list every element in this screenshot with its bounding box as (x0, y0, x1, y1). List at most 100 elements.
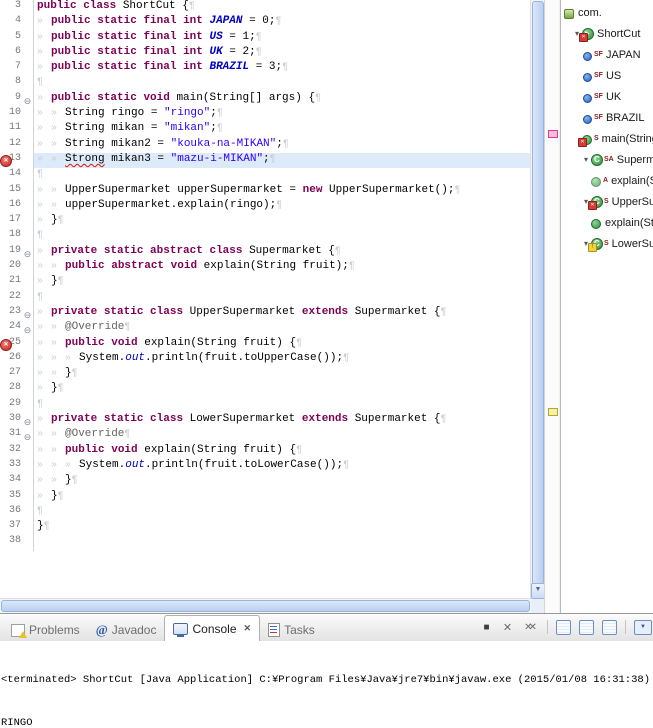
line-number[interactable]: 22 (8, 291, 22, 306)
line-annotation-column[interactable] (0, 535, 8, 550)
code-line-13[interactable]: ✕ 13»» Strong mikan3 = "mazu-i-MIKAN";¶ (0, 152, 531, 169)
code-text[interactable]: » private static class LowerSupermarket e… (34, 413, 531, 428)
code-text[interactable]: » » @Override¶ (34, 321, 531, 336)
line-annotation-column[interactable] (0, 122, 8, 137)
warning-overview-marker[interactable] (548, 408, 558, 416)
line-number[interactable]: 33 (8, 459, 22, 474)
folding-column[interactable]: ⊖ (22, 91, 34, 108)
code-line-7[interactable]: 7 » public static final int BRAZIL = 3;¶ (0, 61, 531, 77)
tree-item[interactable]: ▾ SASupermarket (561, 149, 653, 170)
tab-javadoc[interactable]: Javadoc (88, 619, 165, 641)
collapse-icon[interactable]: ⊖ (24, 311, 32, 321)
line-number[interactable]: 20 (8, 260, 22, 275)
code-text[interactable]: » »}¶ (34, 367, 531, 382)
code-text[interactable]: »}¶ (34, 490, 531, 505)
code-line-21[interactable]: 21 »}¶ (0, 275, 531, 291)
vertical-scrollbar-thumb[interactable] (532, 1, 544, 585)
scroll-down-arrow-icon[interactable]: ▼ (531, 583, 545, 599)
code-text[interactable]: » » public void explain(String fruit) {¶ (34, 444, 531, 459)
code-line-37[interactable]: 37 }¶ (0, 520, 531, 536)
code-text[interactable]: » » String mikan2 = "kouka-na-MIKAN";¶ (34, 138, 531, 153)
line-annotation-column[interactable] (0, 474, 8, 489)
line-annotation-column[interactable] (0, 459, 8, 474)
folding-column[interactable]: ⊖ (22, 428, 34, 444)
code-line-27[interactable]: 27 » »}¶ (0, 367, 531, 383)
line-annotation-column[interactable] (0, 490, 8, 505)
line-annotation-column[interactable] (0, 428, 8, 443)
line-annotation-column[interactable] (0, 367, 8, 382)
code-line-26[interactable]: 26 » » » System.out.println(fruit.toUpperCas… (0, 351, 531, 368)
code-line-19[interactable]: 19 ⊖ » private static abstract class Superm… (0, 244, 531, 261)
folding-column[interactable] (22, 382, 34, 398)
code-text[interactable]: ¶ (34, 229, 531, 244)
code-text[interactable]: » » » System.out.println(fruit.toUpperCase(… (34, 352, 531, 367)
code-text[interactable]: » » @Override¶ (34, 428, 531, 443)
tree-item[interactable]: SF BRAZIL (561, 107, 653, 128)
code-line-16[interactable]: 16 » » upperSupermarket.explain(ringo);¶ (0, 198, 531, 215)
code-text[interactable]: » » » System.out.println(fruit.toLowerCase(… (34, 459, 531, 474)
code-text[interactable]: » public static final int US = 1;¶ (34, 31, 531, 46)
line-number[interactable]: 6 (8, 46, 22, 61)
tab-problems[interactable]: Problems (3, 619, 88, 641)
code-line-30[interactable]: 30 ⊖ » private static class LowerSupermarke… (0, 413, 531, 429)
line-annotation-column[interactable] (0, 398, 8, 413)
line-annotation-column[interactable] (0, 199, 8, 214)
tree-item[interactable]: explain(String) (561, 212, 653, 233)
folding-column[interactable] (22, 336, 34, 352)
line-annotation-column[interactable] (0, 92, 8, 107)
line-annotation-column[interactable]: ✕ (0, 337, 12, 352)
line-number[interactable]: 34 (8, 474, 22, 489)
line-annotation-column[interactable] (0, 61, 8, 76)
folding-column[interactable] (22, 183, 34, 199)
folding-column[interactable] (22, 152, 34, 169)
tree-item[interactable]: SF US (561, 65, 653, 86)
collapse-icon[interactable]: ⊖ (24, 97, 32, 107)
folding-column[interactable] (22, 489, 34, 505)
line-number[interactable]: 4 (8, 15, 22, 30)
clear-console-icon[interactable] (556, 619, 571, 635)
line-number[interactable]: 32 (8, 444, 22, 459)
tree-item[interactable]: ✕ Smain(String[] args) (561, 128, 653, 149)
tree-item[interactable]: ▾✕ShortCut (561, 23, 653, 44)
code-line-20[interactable]: 20 » » public abstract void explain(String … (0, 260, 531, 276)
code-line-18[interactable]: 18 ¶ (0, 229, 531, 245)
code-text[interactable]: }¶ (34, 520, 531, 535)
line-number[interactable]: 11 (8, 122, 22, 137)
line-number[interactable]: 38 (8, 535, 22, 550)
folding-column[interactable] (22, 30, 34, 46)
line-number[interactable]: 26 (8, 352, 22, 367)
line-annotation-column[interactable] (0, 229, 8, 244)
line-annotation-column[interactable] (0, 107, 8, 122)
line-number[interactable]: 17 (8, 214, 22, 229)
code-line-29[interactable]: 29 ¶ (0, 397, 531, 414)
overview-ruler[interactable] (544, 0, 559, 613)
code-line-24[interactable]: 24 ⊖ » » @Override¶ (0, 321, 531, 337)
folding-column[interactable] (22, 275, 34, 291)
line-annotation-column[interactable] (0, 291, 8, 306)
code-line-17[interactable]: 17 »}¶ (0, 214, 531, 230)
folding-column[interactable] (22, 15, 34, 31)
code-line-15[interactable]: 15 » » UpperSupermarket upperSupermarket = … (0, 183, 531, 199)
editor-horizontal-scrollbar[interactable] (0, 598, 531, 613)
line-number[interactable]: 5 (8, 31, 22, 46)
folding-column[interactable] (22, 214, 34, 230)
error-overview-marker[interactable] (548, 130, 558, 138)
line-number[interactable]: 23 (8, 306, 22, 321)
folding-column[interactable] (22, 397, 34, 414)
code-text[interactable]: ¶ (34, 168, 531, 183)
code-line-32[interactable]: 32 » » public void explain(String fruit) {¶ (0, 443, 531, 459)
pin-console-icon[interactable] (602, 619, 617, 635)
tab-console[interactable]: Console ✕ (164, 615, 261, 641)
line-number[interactable]: 10 (8, 107, 22, 122)
code-line-10[interactable]: 10 » » String ringo = "ringo";¶ (0, 107, 531, 123)
line-number[interactable]: 37 (8, 520, 22, 535)
folding-column[interactable] (22, 198, 34, 215)
line-annotation-column[interactable] (0, 168, 8, 183)
code-text[interactable]: » » upperSupermarket.explain(ringo);¶ (34, 199, 531, 214)
line-annotation-column[interactable]: ✕ (0, 153, 12, 168)
error-marker-icon[interactable]: ✕ (0, 154, 12, 167)
line-number[interactable]: 24 (8, 321, 22, 336)
code-text[interactable]: ¶ (34, 291, 531, 306)
editor-vertical-scrollbar[interactable]: ▼ (530, 0, 545, 599)
close-tab-icon[interactable]: ✕ (244, 623, 252, 634)
